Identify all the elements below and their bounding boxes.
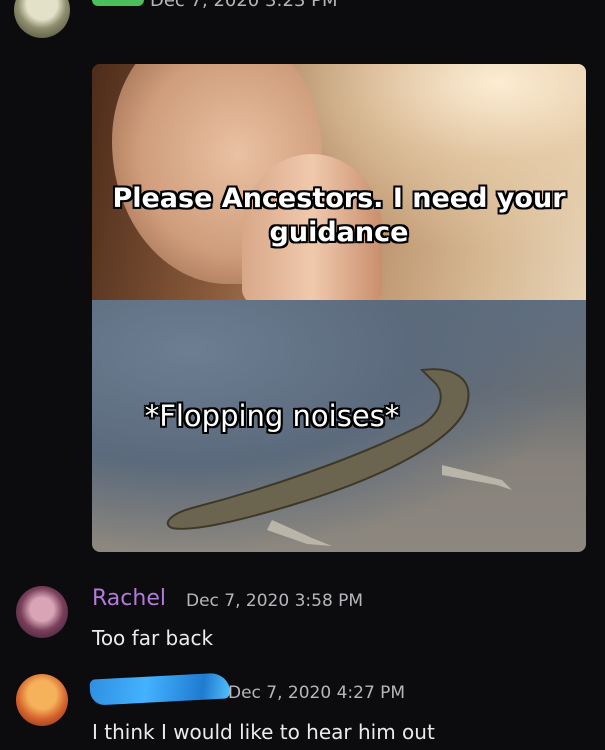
avatar[interactable] bbox=[16, 674, 68, 726]
message-redacted-user: Dec 7, 2020 4:27 PM I think I would like… bbox=[0, 670, 605, 750]
message-rachel: Rachel Dec 7, 2020 3:58 PM Too far back bbox=[0, 580, 605, 650]
avatar[interactable] bbox=[14, 0, 70, 38]
author-name[interactable]: Rachel bbox=[92, 586, 166, 611]
author-name-redacted[interactable] bbox=[92, 0, 144, 6]
previous-message: Dec 7, 2020 3:23 PM bbox=[0, 0, 605, 40]
meme-panel-praying: Please Ancestors. I need your guidance bbox=[92, 64, 586, 304]
message-timestamp: Dec 7, 2020 3:23 PM bbox=[150, 0, 338, 11]
meme-caption-bottom: *Flopping noises* bbox=[144, 399, 400, 433]
message-text: I think I would like to hear him out bbox=[92, 720, 435, 744]
meme-panel-fish: *Flopping noises* bbox=[92, 300, 586, 552]
message-timestamp: Dec 7, 2020 3:58 PM bbox=[186, 591, 364, 611]
avatar[interactable] bbox=[16, 586, 68, 638]
meme-caption-top: Please Ancestors. I need your guidance bbox=[112, 183, 566, 248]
message-text: Too far back bbox=[92, 626, 214, 650]
meme-image-attachment[interactable]: Please Ancestors. I need your guidance *… bbox=[92, 64, 586, 552]
author-name-redacted[interactable] bbox=[89, 672, 231, 706]
message-timestamp: Dec 7, 2020 4:27 PM bbox=[228, 683, 406, 703]
